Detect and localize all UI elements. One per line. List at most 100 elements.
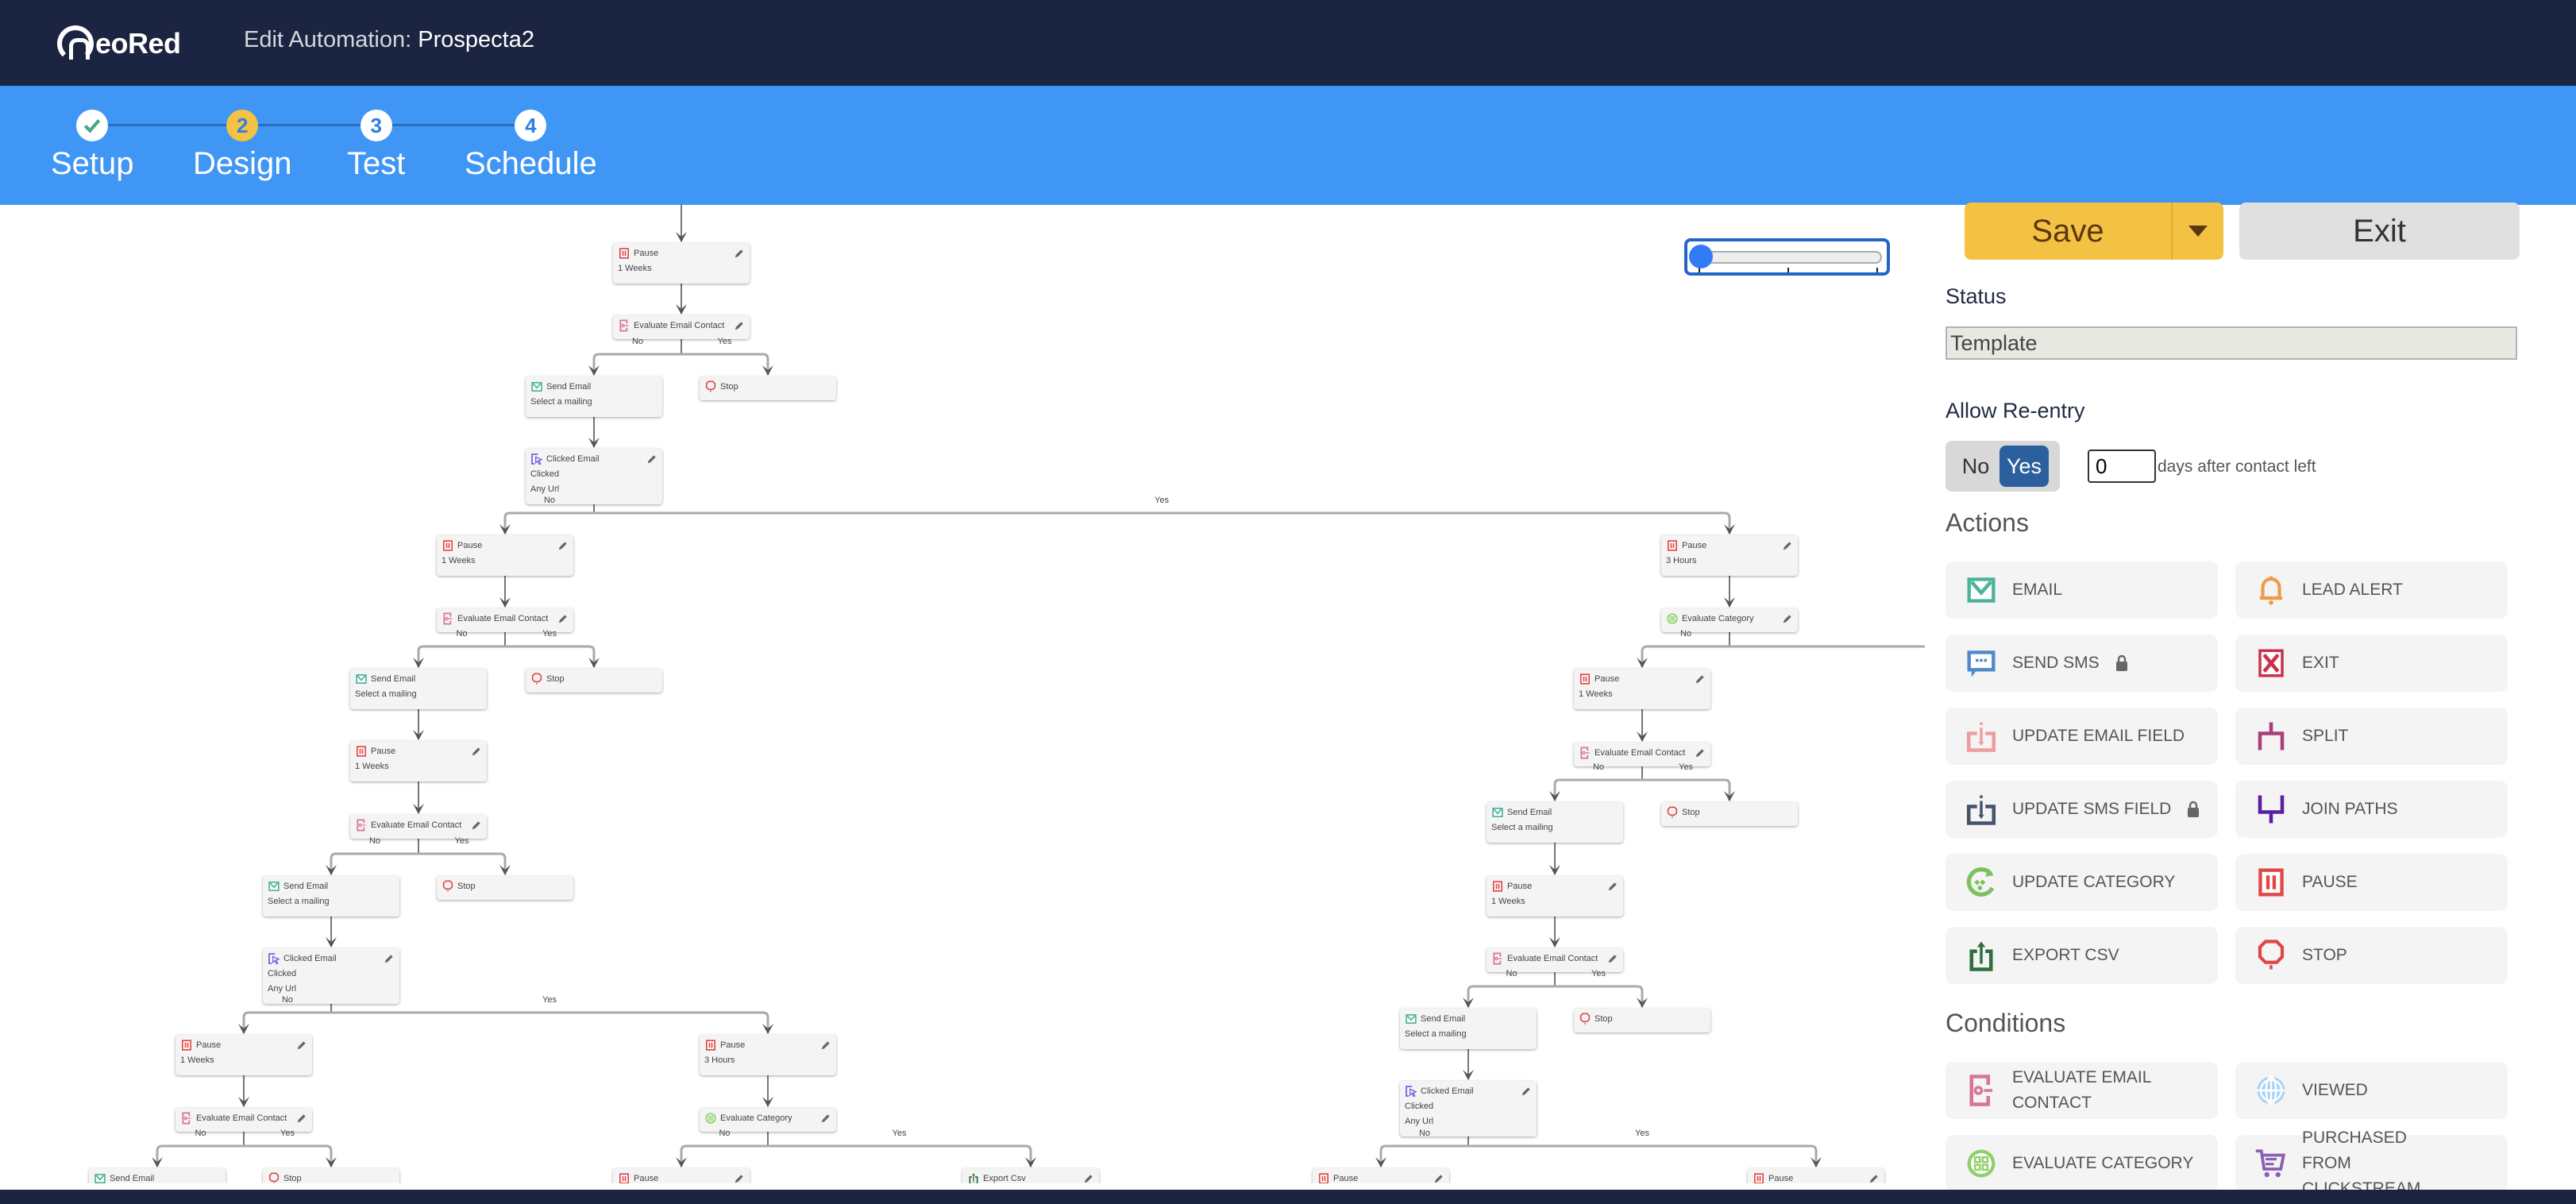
action-tile-exit[interactable]: EXIT [2235,635,2508,692]
workflow-node-pause[interactable]: Pause 1 Weeks [175,1035,312,1075]
workflow-node-stop[interactable]: Stop [1574,1009,1710,1032]
edit-node-pencil-icon[interactable] [646,453,657,465]
bell-icon [2254,573,2288,607]
workflow-canvas[interactable]: Pause 1 Weeks Evaluate Email Contact Send E… [0,205,1925,1183]
edit-node-pencil-icon[interactable] [1782,613,1793,624]
edit-node-pencil-icon[interactable] [1868,1173,1880,1183]
action-tile-stop[interactable]: STOP [2235,927,2508,984]
zoom-slider[interactable] [1684,238,1890,276]
workflow-node-stop[interactable]: Stop [700,376,836,400]
step-test[interactable]: 3 Test [347,110,405,182]
node-detail: 3 Hours [1666,556,1697,565]
branch-connector [1553,778,1642,801]
workflow-node-email[interactable]: Send Email Select a mailing [350,669,487,709]
edit-node-pencil-icon[interactable] [1695,673,1706,685]
action-tile-split[interactable]: SPLIT [2235,708,2508,765]
workflow-node-evaluate-email[interactable]: Evaluate Email Contact [613,315,750,339]
edit-node-pencil-icon[interactable] [1521,1086,1532,1097]
neored-logo[interactable]: eoRed [57,22,181,65]
automation-name: Prospecta2 [418,27,534,52]
action-tile-pause[interactable]: PAUSE [2235,854,2508,911]
edit-node-pencil-icon[interactable] [1083,1173,1094,1183]
edit-node-pencil-icon[interactable] [1607,953,1618,964]
condition-tile-evaluate-email-contact[interactable]: EVALUATE EMAIL CONTACT [1945,1062,2218,1119]
workflow-node-pause[interactable]: Pause [1748,1168,1884,1183]
stop-icon [268,1172,280,1183]
workflow-node-pause[interactable]: Pause 1 Weeks [437,535,573,576]
edit-node-pencil-icon[interactable] [384,953,395,964]
edit-node-pencil-icon[interactable] [296,1113,307,1124]
condition-tile-purchased-from-clickstream[interactable]: PURCHASED FROM CLICKSTREAM [2235,1129,2508,1190]
email-icon [268,880,280,893]
branch-label-yes: Yes [1635,1129,1649,1138]
workflow-node-stop[interactable]: Stop [526,669,662,693]
edit-node-pencil-icon[interactable] [1433,1173,1444,1183]
workflow-node-pause[interactable]: Pause 3 Hours [1661,535,1798,576]
edit-node-pencil-icon[interactable] [820,1113,831,1124]
update-email-field-icon [1965,720,1998,753]
workflow-node-stop[interactable]: Stop [437,876,573,900]
workflow-node-pause[interactable]: Pause [1313,1168,1449,1183]
workflow-node-pause[interactable]: Pause 1 Weeks [1487,876,1623,917]
action-tile-update-category[interactable]: UPDATE CATEGORY [1945,854,2218,911]
action-tile-update-sms-field[interactable]: UPDATE SMS FIELD [1945,781,2218,838]
workflow-node-evaluate-email[interactable]: Evaluate Email Contact [350,815,487,839]
workflow-node-pause[interactable]: Pause 3 Hours [700,1035,836,1075]
zoom-slider-thumb[interactable] [1689,245,1713,268]
condition-tile-viewed[interactable]: VIEWED [2235,1062,2508,1119]
workflow-node-email[interactable]: Send Email Select a mailing [526,376,662,417]
edit-node-pencil-icon[interactable] [734,320,745,331]
workflow-node-email[interactable]: Send Email Select a mailing [263,876,399,917]
zoom-slider-track[interactable] [1694,251,1882,264]
node-detail: 3 Hours [704,1055,735,1065]
step-setup[interactable]: Setup [51,110,134,182]
branch-connector [330,852,418,874]
edit-node-pencil-icon[interactable] [557,540,569,551]
status-field[interactable] [1945,326,2517,360]
action-tile-send-sms[interactable]: SEND SMS [1945,635,2218,692]
step-design[interactable]: 2 Design [193,110,292,182]
node-header: Send Email [94,1172,221,1183]
action-tile-export-csv[interactable]: EXPORT CSV [1945,927,2218,984]
action-tile-join-paths[interactable]: JOIN PATHS [2235,781,2508,838]
condition-tile-evaluate-category[interactable]: EVALUATE CATEGORY [1945,1135,2218,1190]
reentry-days-input[interactable] [2088,450,2156,483]
action-tile-lead-alert[interactable]: LEAD ALERT [2235,561,2508,619]
reentry-no-option[interactable]: No [1952,454,1999,479]
reentry-yes-option[interactable]: Yes [1999,446,2049,487]
workflow-node-pause[interactable]: Pause 1 Weeks [350,741,487,781]
reentry-toggle[interactable]: No Yes [1945,441,2060,492]
workflow-node-email[interactable]: Send Email Select a mailing [1400,1009,1537,1049]
action-tile-update-email-field[interactable]: UPDATE EMAIL FIELD [1945,708,2218,765]
edit-node-pencil-icon[interactable] [471,820,482,831]
workflow-node-stop[interactable]: Stop [1661,802,1798,826]
stop-icon [2254,939,2288,972]
edit-node-pencil-icon[interactable] [734,1173,745,1183]
branch-connector [1642,778,1731,801]
export-csv-icon [1965,939,1998,972]
edit-node-pencil-icon[interactable] [734,248,745,259]
node-title: Evaluate Category [720,1113,792,1123]
edit-node-pencil-icon[interactable] [557,613,569,624]
tile-label: LEAD ALERT [2302,581,2403,599]
edit-node-pencil-icon[interactable] [820,1040,831,1051]
edit-node-pencil-icon[interactable] [1695,747,1706,758]
workflow-node-pause[interactable]: Pause 1 Weeks [613,243,750,284]
stop-icon [442,880,454,893]
edit-node-pencil-icon[interactable] [296,1040,307,1051]
node-detail: 1 Weeks [442,556,476,565]
edit-node-pencil-icon[interactable] [1782,540,1793,551]
edit-node-pencil-icon[interactable] [471,746,482,757]
edit-node-pencil-icon[interactable] [1607,881,1618,892]
action-tile-email[interactable]: EMAIL [1945,561,2218,619]
step-number: 3 [360,110,392,141]
step-schedule[interactable]: 4 Schedule [465,110,597,182]
workflow-node-email[interactable]: Send Email Select a mailing [1487,802,1623,843]
workflow-node-stop[interactable]: Stop [263,1168,399,1183]
workflow-node-pause[interactable]: Pause [613,1168,750,1183]
workflow-node-email[interactable]: Send Email [89,1168,226,1183]
pause-icon [180,1039,193,1052]
workflow-node-export[interactable]: Export Csv [962,1168,1099,1183]
node-header: Pause [618,1172,745,1183]
workflow-node-pause[interactable]: Pause 1 Weeks [1574,669,1710,709]
